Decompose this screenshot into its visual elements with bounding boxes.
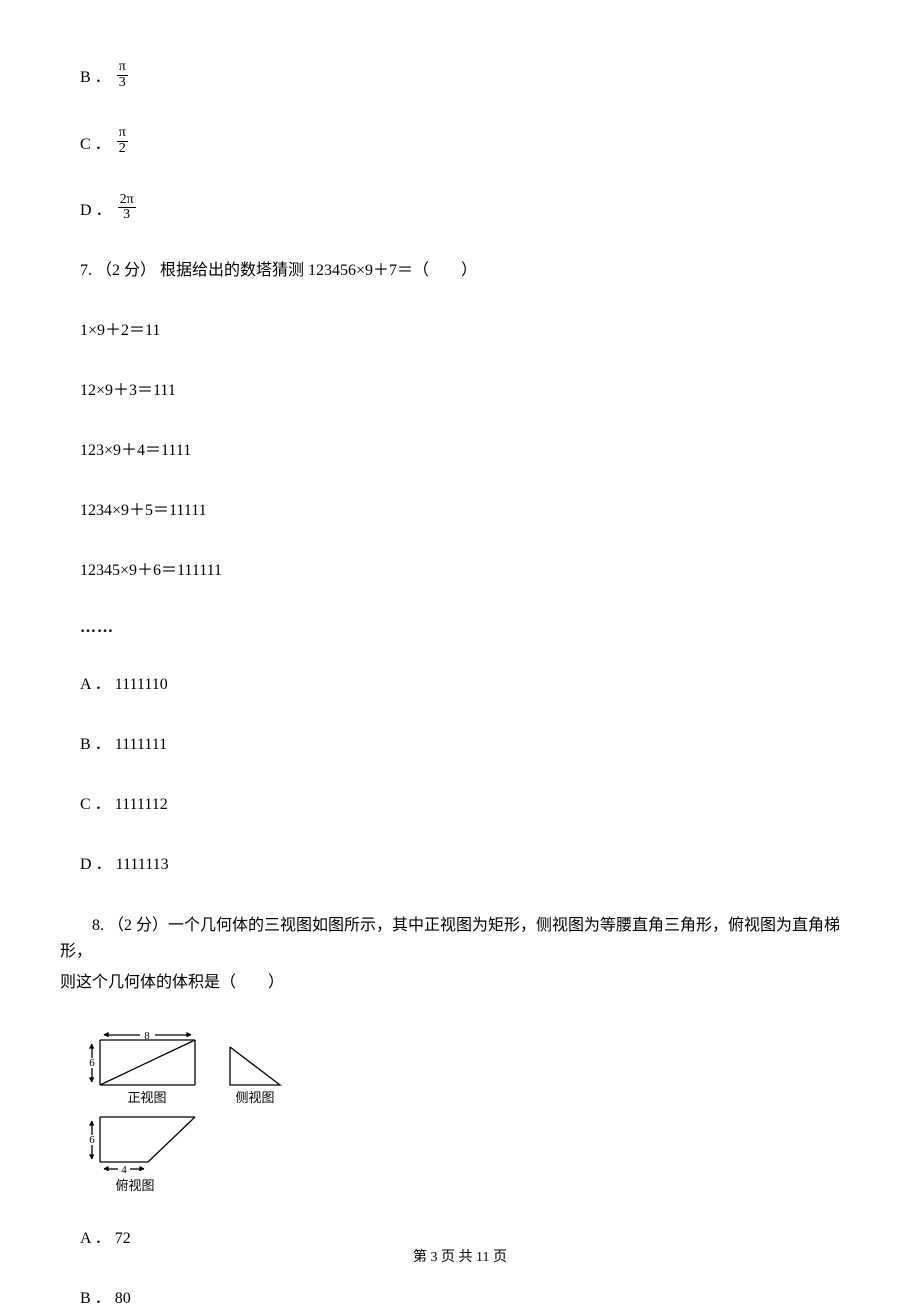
svg-text:6: 6	[89, 1134, 95, 1146]
option-d-label: D ．	[80, 196, 112, 220]
q7-stem: 7. （2 分） 根据给出的数塔猜测 123456×9＋7＝（ ）	[80, 259, 860, 283]
q7-line-1: 1×9＋2＝11	[80, 319, 860, 343]
q8-choice-b-label: B ．	[80, 1290, 111, 1307]
q7-choice-c: C ． 1111112	[80, 793, 860, 817]
svg-text:8: 8	[144, 1032, 150, 1042]
q8-choice-b-text: 80	[115, 1290, 131, 1307]
svg-text:6: 6	[89, 1057, 95, 1069]
q7-line-4: 1234×9＋5＝11111	[80, 499, 860, 523]
option-b: B ． π 3	[80, 60, 860, 90]
q7-choice-b-label: B ．	[80, 736, 111, 753]
svg-text:4: 4	[121, 1164, 127, 1176]
q7-choice-d-text: 1111113	[116, 856, 169, 873]
q7-ellipsis: ……	[80, 619, 860, 637]
q7-choice-a: A ． 1111110	[80, 673, 860, 697]
q7-choice-a-text: 1111110	[115, 676, 168, 693]
page-footer: 第 3 页 共 11 页	[0, 1246, 920, 1266]
q8-stem2: 则这个几何体的体积是（ ）	[60, 970, 860, 996]
q7-choice-d-label: D ．	[80, 856, 112, 873]
option-d-frac: 2π 3	[118, 193, 136, 223]
q7-line-5: 12345×9＋6＝111111	[80, 559, 860, 583]
q7-line-2: 12×9＋3＝111	[80, 379, 860, 403]
q7-choice-b: B ． 1111111	[80, 733, 860, 757]
q8-choice-a-text: 72	[115, 1230, 131, 1247]
q7-choice-c-text: 1111112	[115, 796, 168, 813]
option-b-label: B ．	[80, 63, 111, 87]
q7-choice-b-text: 1111111	[115, 736, 167, 753]
option-b-frac: π 3	[117, 60, 128, 90]
option-c-frac: π 2	[117, 126, 128, 156]
option-c-label: C ．	[80, 130, 111, 154]
svg-text:俯视图: 俯视图	[115, 1178, 154, 1193]
svg-text:侧视图: 侧视图	[235, 1090, 274, 1105]
q7-choice-a-label: A ．	[80, 676, 111, 693]
q8-choice-b: B ． 80	[80, 1287, 860, 1311]
q8-choice-a-label: A ．	[80, 1230, 111, 1247]
option-c: C ． π 2	[80, 126, 860, 156]
q7-choice-d: D ． 1111113	[80, 853, 860, 877]
q8-diagram: 8 6 正视图 侧视图 6 4	[80, 1032, 860, 1197]
q8-stem: 8. （2 分）一个几何体的三视图如图所示，其中正视图为矩形，侧视图为等腰直角三…	[60, 913, 860, 964]
svg-text:正视图: 正视图	[127, 1090, 166, 1105]
three-view-diagram-icon: 8 6 正视图 侧视图 6 4	[80, 1032, 300, 1197]
q7-line-3: 123×9＋4＝1111	[80, 439, 860, 463]
q7-choice-c-label: C ．	[80, 796, 111, 813]
option-d: D ． 2π 3	[80, 193, 860, 223]
